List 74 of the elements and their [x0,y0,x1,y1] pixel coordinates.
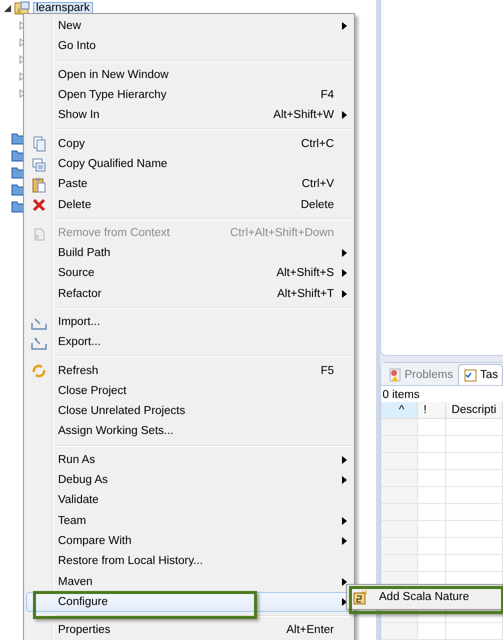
table-cell [446,453,503,470]
menu-item[interactable]: Assign Working Sets... [26,421,352,442]
table-cell [418,521,446,538]
expand-arrow-icon[interactable] [4,5,11,12]
menu-item[interactable]: Team [26,510,352,531]
panel-tab[interactable]: Problems [382,364,458,385]
table-cell [418,453,446,470]
table-cell [446,521,503,538]
menu-item[interactable]: Refresh F5 [26,360,352,381]
table-cell [418,436,446,453]
export-icon [31,335,47,352]
warning-icon [388,368,402,382]
menu-item[interactable]: Copy Ctrl+C [26,133,352,154]
menu-item[interactable]: Validate [26,490,352,511]
table-cell [418,555,446,572]
submenu-arrow-icon [342,516,347,525]
submenu-arrow-icon [342,598,347,606]
column-header[interactable]: ! [418,402,446,419]
menu-item[interactable]: Go Into [26,36,352,57]
menu-item[interactable]: Show In Alt+Shift+W [26,105,352,126]
table-cell [418,623,446,640]
table-cell [446,487,503,504]
column-header[interactable]: ^ [380,402,418,419]
copy-icon [31,156,47,173]
project-icon [14,1,30,16]
copy-icon [31,136,47,152]
panel-tab[interactable]: Tas [458,364,503,385]
close-icon [31,197,47,214]
menu-item[interactable]: Build Path [26,242,352,264]
checklist-icon [463,368,478,382]
menu-item[interactable]: Refactor Alt+Shift+T [26,284,352,304]
submenu-arrow-icon [342,476,347,484]
submenu-arrow-icon [342,111,347,120]
menu-item[interactable]: Properties Alt+Enter [26,620,352,640]
table-cell [418,419,446,436]
menu-item[interactable]: Open in New Window [26,64,352,85]
submenu-arrow-icon [342,456,347,464]
items-count: 0 items [382,388,421,402]
submenu-arrow-icon [342,536,347,545]
menu-item[interactable]: Debug As [26,470,352,490]
menu-item[interactable]: Source Alt+Shift+S [26,263,352,284]
submenu-arrow-icon [342,290,347,298]
nature-icon [353,589,369,605]
table-cell [418,538,446,555]
table-cell [446,436,503,453]
menu-item[interactable]: Maven [26,571,352,592]
table-cell [418,487,446,504]
menu-item[interactable]: Paste Ctrl+V [26,174,352,194]
menu-item[interactable]: Close Project [26,380,352,402]
submenu-arrow-icon [342,22,347,30]
submenu-arrow-icon [342,578,347,586]
table-cell [418,470,446,487]
table-cell [446,470,503,487]
table-cell [446,555,503,572]
table-cell [446,419,503,436]
menu-item[interactable]: Compare With [26,530,352,552]
refresh-icon [31,363,47,380]
menu-item[interactable]: Close Unrelated Projects [26,401,352,422]
menu-item[interactable]: Delete Delete [26,194,352,215]
menu-item[interactable]: Open Type Hierarchy F4 [26,84,352,106]
menu-item[interactable]: Export... [26,332,352,352]
menu-item[interactable]: Run As [26,450,352,470]
table-cell [446,504,503,521]
column-header[interactable]: Descripti [446,402,503,419]
submenu-arrow-icon [342,269,347,278]
menu-item[interactable]: Copy Qualified Name [26,154,352,174]
menu-item[interactable]: Restore from Local History... [26,551,352,572]
menu-item[interactable]: Import... [26,312,352,332]
table-cell [446,538,503,555]
table-cell [446,623,503,640]
submenu-arrow-icon [342,249,347,258]
menu-item[interactable]: New [26,16,352,36]
clipboard-icon [31,177,47,194]
table-cell [418,504,446,521]
